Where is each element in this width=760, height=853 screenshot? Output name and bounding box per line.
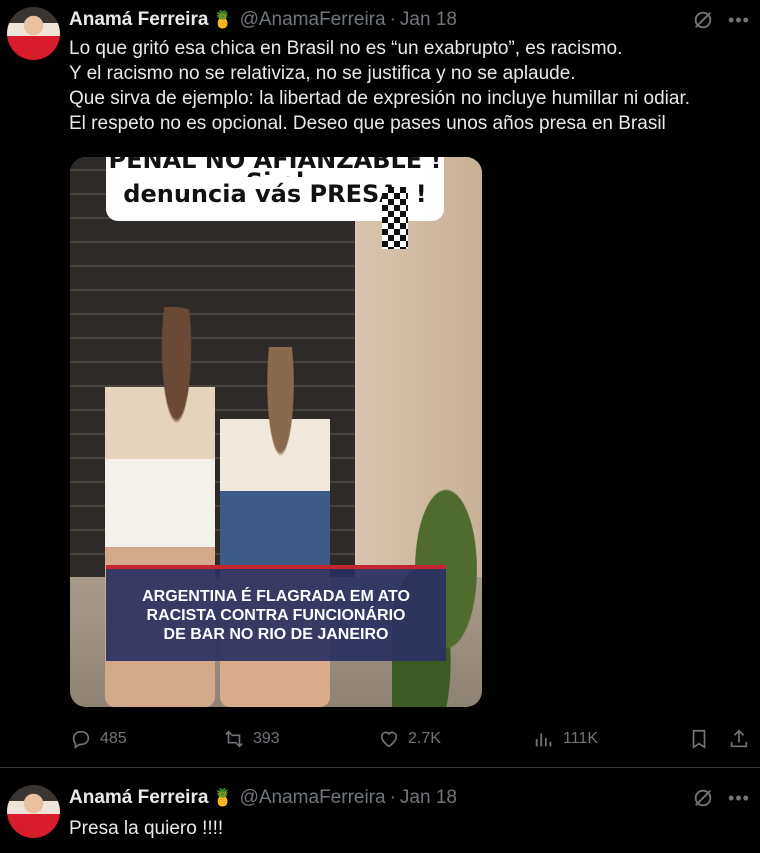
tweet-header: Anamá Ferreira 🍍 @AnamaFerreira · Jan 18: [69, 786, 457, 810]
tweet-video[interactable]: PENAL NO AFIANZABLE ! Si el denuncia vás…: [70, 157, 482, 707]
pineapple-emoji: 🍍: [212, 10, 234, 29]
grok-icon[interactable]: [692, 9, 714, 31]
repost-icon: [225, 730, 243, 748]
tweet-text-line: El respeto no es opcional. Deseo que pas…: [69, 113, 666, 134]
views-icon: [535, 733, 552, 747]
share-icon: [730, 729, 748, 748]
reply-count: 485: [100, 730, 127, 747]
tweet-text-line: Lo que gritó esa chica en Brasil no es “…: [69, 38, 623, 59]
tweet-header: Anamá Ferreira 🍍 @AnamaFerreira · Jan 18: [69, 8, 457, 32]
avatar[interactable]: [7, 785, 60, 838]
more-options-icon[interactable]: •••: [728, 787, 750, 809]
grok-icon[interactable]: [692, 787, 714, 809]
bookmark-button[interactable]: [688, 725, 710, 753]
heart-icon: [380, 731, 398, 748]
separator-dot: ·: [389, 787, 396, 808]
tweet-text-line: Y el racismo no se relativiza, no se jus…: [69, 63, 576, 84]
tweet-divider: [0, 767, 760, 768]
tweet-text: Lo que gritó esa chica en Brasil no es “…: [69, 36, 749, 136]
bookmark-icon: [692, 729, 706, 749]
pineapple-emoji: 🍍: [212, 788, 234, 807]
action-bar: 485 393 2.7K 111K: [0, 725, 760, 753]
avatar[interactable]: [7, 7, 60, 60]
banner-line: RACISTA CONTRA FUNCIONÁRIO: [146, 606, 406, 624]
share-button[interactable]: [728, 725, 750, 753]
author-handle[interactable]: @AnamaFerreira: [240, 9, 386, 31]
reply-icon: [72, 730, 90, 749]
more-options-icon[interactable]: •••: [728, 9, 750, 31]
tweet[interactable]: Anamá Ferreira 🍍 @AnamaFerreira · Jan 18…: [0, 0, 760, 768]
reply-button[interactable]: 485: [70, 725, 127, 753]
caption-line-1: PENAL NO AFIANZABLE ! Si el: [108, 157, 442, 177]
tweet-text: Presa la quiero !!!!: [69, 816, 749, 841]
repost-button[interactable]: 393: [223, 725, 280, 753]
separator-dot: ·: [389, 9, 396, 30]
repost-count: 393: [253, 730, 280, 747]
tweet-text-line: Que sirva de ejemplo: la libertad de exp…: [69, 88, 691, 109]
banner-line: DE BAR NO RIO DE JANEIRO: [163, 625, 389, 643]
like-count: 2.7K: [408, 730, 441, 747]
checkered-sign: [382, 187, 408, 249]
author-name[interactable]: Anamá Ferreira: [69, 787, 208, 809]
author-name[interactable]: Anamá Ferreira: [69, 9, 208, 31]
like-button[interactable]: 2.7K: [378, 725, 441, 753]
views-button[interactable]: 111K: [533, 725, 598, 753]
view-count: 111K: [563, 730, 598, 747]
author-handle[interactable]: @AnamaFerreira: [240, 787, 386, 809]
banner-line: ARGENTINA É FLAGRADA EM ATO: [142, 587, 410, 605]
tweet-date[interactable]: Jan 18: [400, 787, 457, 809]
tweet-text-line: Presa la quiero !!!!: [69, 818, 224, 839]
tweet-date[interactable]: Jan 18: [400, 9, 457, 31]
news-banner: ARGENTINA É FLAGRADA EM ATO RACISTA CONT…: [106, 565, 446, 661]
